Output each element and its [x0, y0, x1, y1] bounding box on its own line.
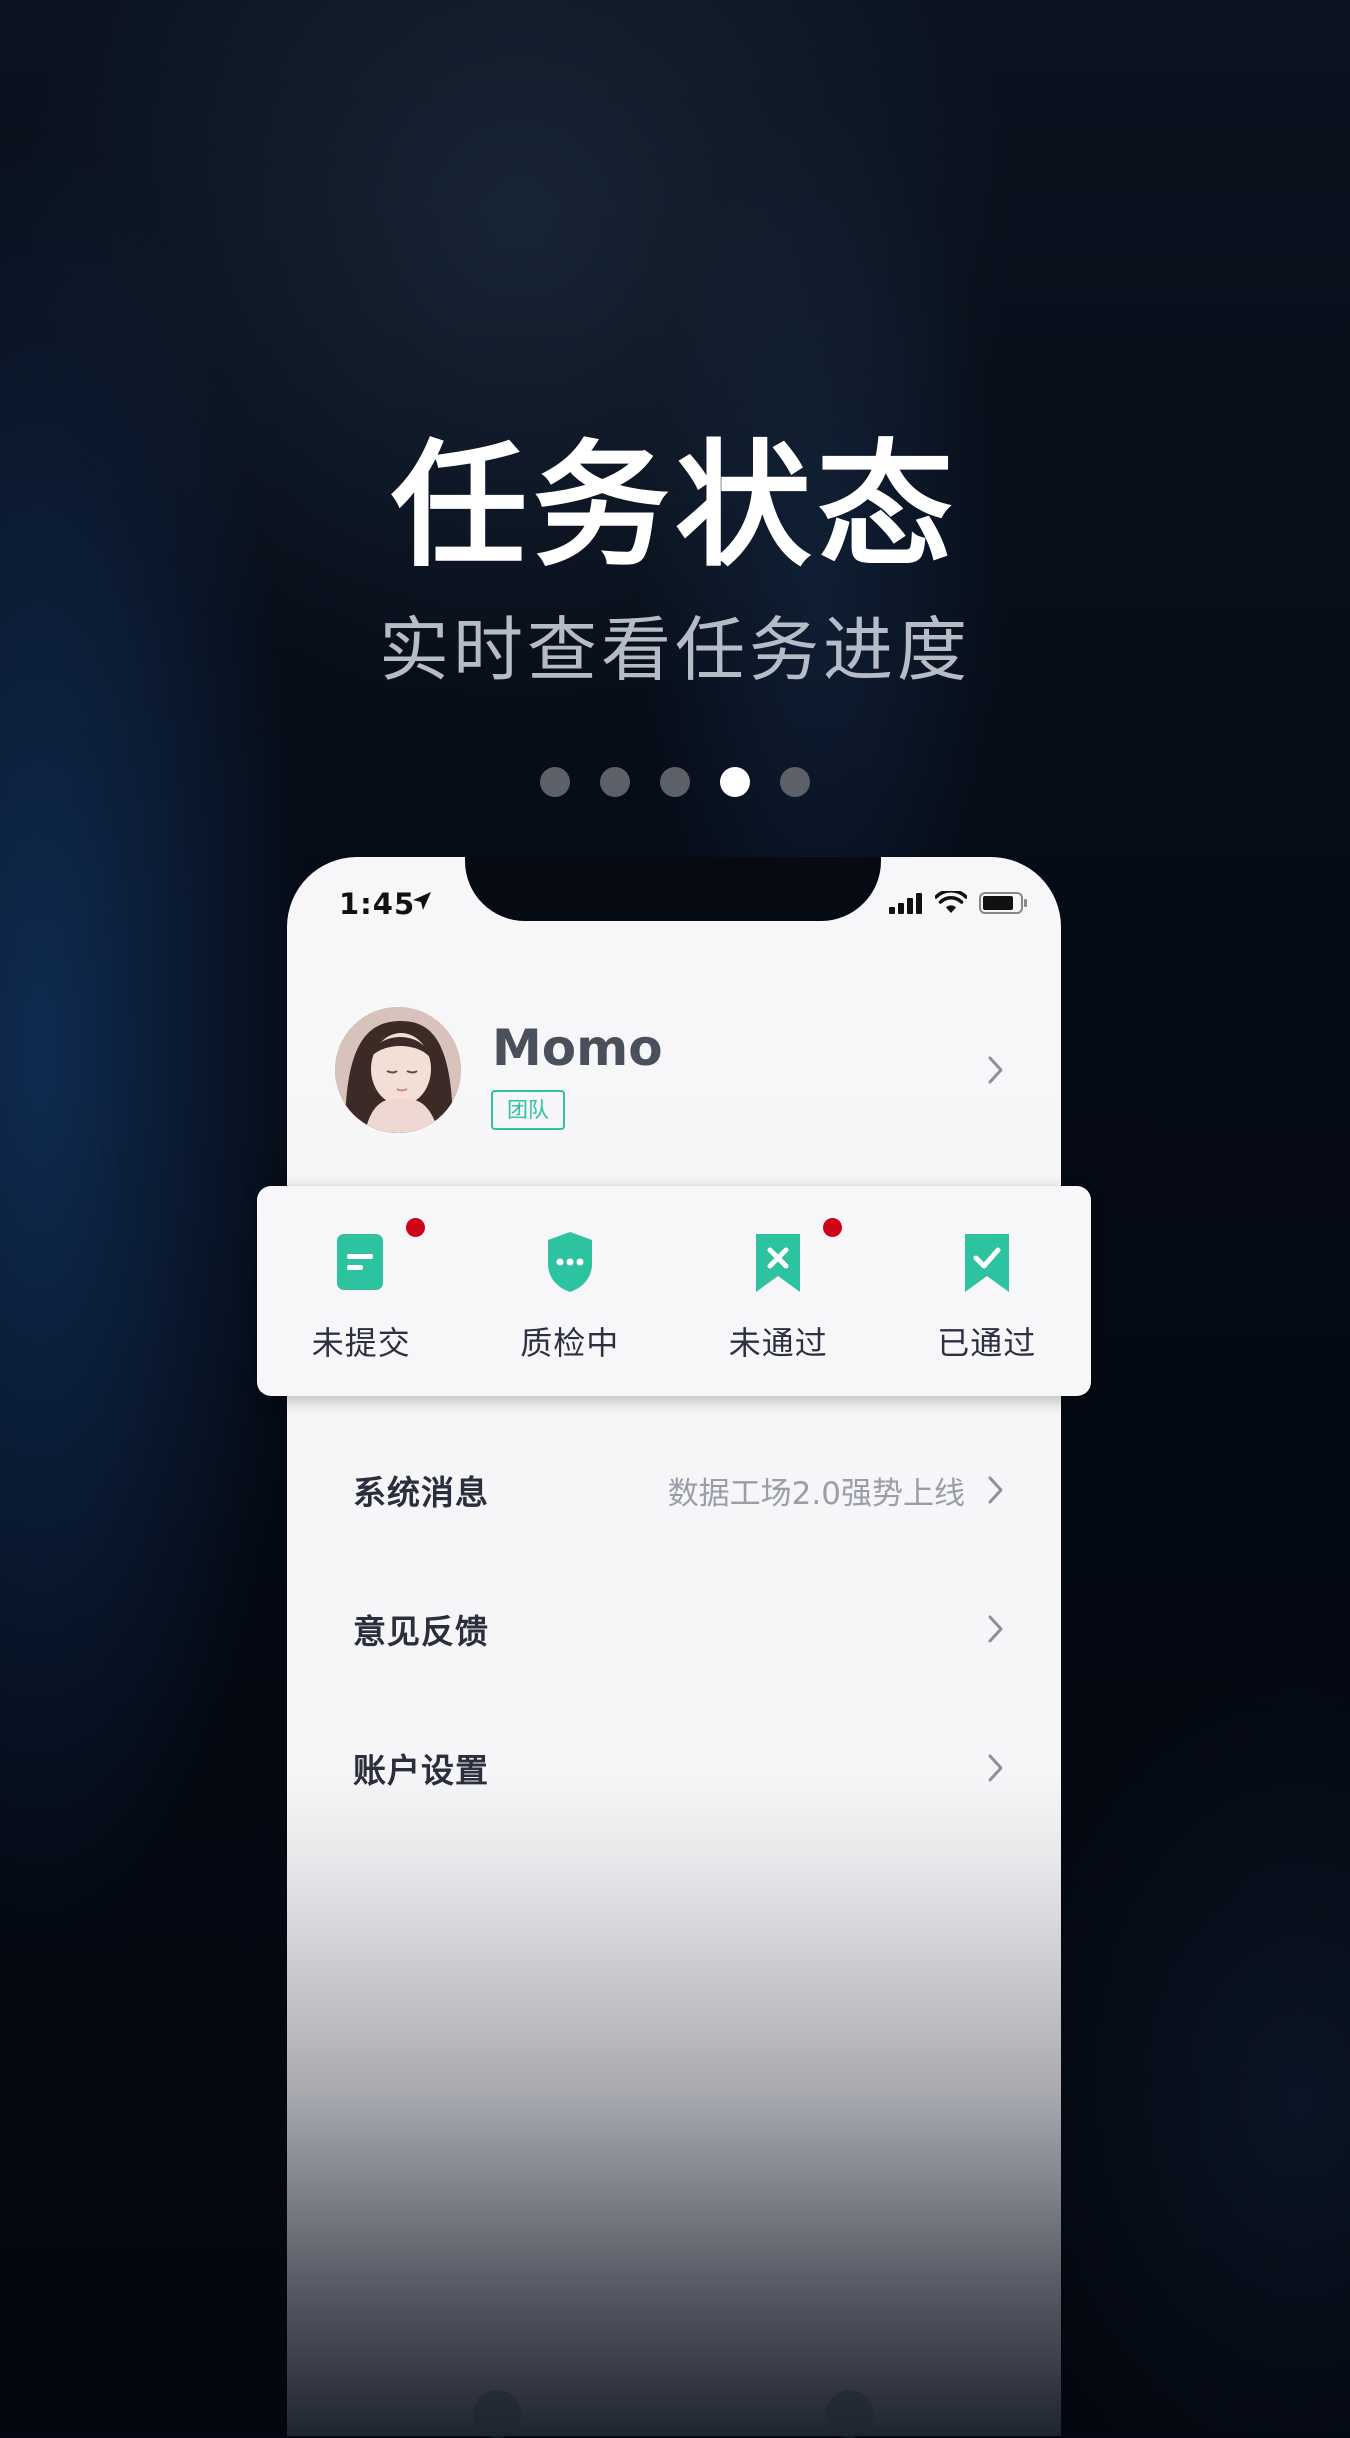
avatar[interactable] — [335, 1007, 461, 1133]
location-arrow-icon — [413, 892, 431, 910]
status-label: 未通过 — [728, 1324, 828, 1362]
status-item-inspecting[interactable]: 质检中 — [466, 1186, 675, 1396]
pagination-dot[interactable] — [780, 767, 810, 797]
bookmark-check-icon — [964, 1234, 1009, 1292]
pagination-dot[interactable] — [540, 767, 570, 797]
task-status-card: 未提交 质检中 未通过 已通过 — [257, 1186, 1091, 1396]
pagination-dot-active[interactable] — [720, 767, 750, 797]
status-item-approved[interactable]: 已通过 — [883, 1186, 1092, 1396]
pagination-dots — [0, 767, 1350, 799]
chevron-right-icon — [988, 1056, 1003, 1084]
status-item-unsubmitted[interactable]: 未提交 — [257, 1186, 466, 1396]
chevron-right-icon — [988, 1754, 1003, 1782]
menu-item-system-messages[interactable]: 系统消息 数据工场2.0强势上线 — [353, 1460, 1005, 1520]
pagination-dot[interactable] — [600, 767, 630, 797]
menu-item-label: 账户设置 — [353, 1751, 489, 1790]
menu-item-label: 意见反馈 — [353, 1612, 489, 1651]
menu-item-label: 系统消息 — [353, 1473, 489, 1512]
notification-badge — [406, 1218, 426, 1237]
menu-item-value: 数据工场2.0强势上线 — [667, 1475, 965, 1512]
bookmark-x-icon — [756, 1234, 801, 1292]
menu-item-feedback[interactable]: 意见反馈 — [353, 1599, 1005, 1659]
battery-icon — [979, 892, 1027, 914]
username: Momo — [492, 1019, 663, 1077]
promo-subtitle: 实时查看任务进度 — [379, 609, 971, 691]
status-label: 质检中 — [520, 1324, 620, 1362]
pagination-dot[interactable] — [660, 767, 690, 797]
chevron-right-icon — [988, 1615, 1003, 1643]
team-tag: 团队 — [491, 1090, 565, 1130]
document-icon — [337, 1234, 384, 1290]
notification-badge — [823, 1218, 843, 1237]
tab-bar-icon[interactable] — [473, 2390, 521, 2438]
wifi-icon — [935, 891, 967, 913]
profile-row[interactable]: Momo 团队 — [287, 1007, 1061, 1137]
signal-icon — [889, 893, 922, 914]
menu-item-account-settings[interactable]: 账户设置 — [353, 1738, 1005, 1798]
status-label: 已通过 — [937, 1324, 1037, 1362]
status-label: 未提交 — [311, 1324, 411, 1362]
promo-title: 任务状态 — [391, 428, 959, 586]
status-icons — [889, 891, 1027, 915]
status-time: 1:45 — [339, 887, 416, 921]
phone-notch — [465, 857, 881, 921]
status-item-rejected[interactable]: 未通过 — [674, 1186, 883, 1396]
chevron-right-icon — [988, 1476, 1003, 1504]
avatar-image — [335, 1007, 461, 1133]
tab-bar-icon[interactable] — [826, 2390, 874, 2438]
shield-dots-icon — [547, 1232, 592, 1292]
